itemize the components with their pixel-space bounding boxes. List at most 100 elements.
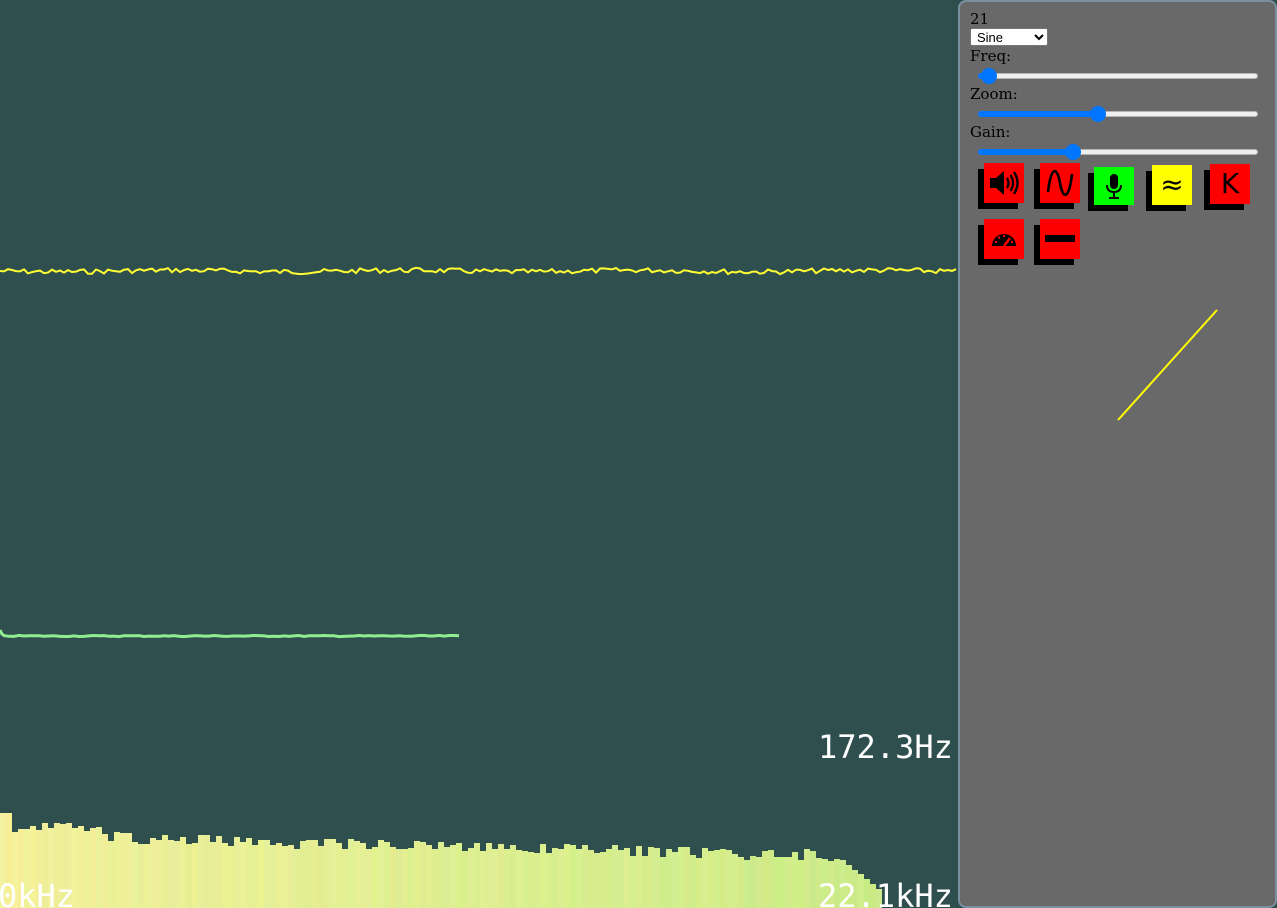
control-panel: 21 Sine Freq: Zoom: Gain: ≈ K	[958, 0, 1277, 908]
spectrum-bar	[510, 845, 516, 908]
approx-button[interactable]: ≈	[1152, 165, 1192, 205]
freq-slider-thumb[interactable]	[981, 68, 998, 84]
spectrum-bar	[804, 849, 810, 908]
spectrum-bar	[528, 852, 534, 908]
microphone-button[interactable]	[1094, 167, 1134, 205]
spectrum-bar	[264, 840, 270, 908]
spectrum-bar	[636, 846, 642, 908]
spectrum-bar	[462, 851, 468, 908]
spectrum-bar	[114, 832, 120, 908]
freq-slider-track[interactable]	[978, 73, 1258, 79]
spectrum-bar	[180, 837, 186, 908]
spectrum-bar	[576, 849, 582, 908]
spectrum-bars	[0, 813, 882, 908]
sine-wave-button[interactable]	[1040, 163, 1080, 203]
spectrum-bar	[606, 849, 612, 908]
spectrum-bar	[276, 843, 282, 908]
spectrum-bar	[720, 849, 726, 908]
spectrum-bar	[642, 856, 648, 908]
spectrum-bar	[252, 845, 258, 908]
spectrum-bar	[132, 842, 138, 908]
lissajous-plot	[1117, 309, 1218, 421]
gain-slider-thumb[interactable]	[1065, 144, 1082, 160]
spectrum-bar	[414, 841, 420, 908]
spectrum-bar	[798, 860, 804, 908]
speaker-toggle-button[interactable]	[984, 163, 1024, 203]
counter-value: 21	[970, 10, 990, 28]
spectrum-bar	[222, 843, 228, 908]
spectrum-bar	[234, 837, 240, 908]
letter-k-icon: K	[1220, 167, 1240, 200]
spectrum-bar	[300, 841, 306, 908]
spectrum-bar	[480, 851, 486, 908]
fft-line-trace	[0, 629, 460, 639]
spectrum-bar	[426, 845, 432, 908]
freq-slider[interactable]	[978, 68, 1258, 84]
zoom-slider[interactable]	[978, 106, 1258, 122]
spectrum-bar	[312, 840, 318, 908]
spectrum-bar	[522, 851, 528, 908]
spectrum-bar	[618, 850, 624, 908]
spectrum-bar	[192, 843, 198, 908]
spectrum-bar	[672, 852, 678, 908]
spectrum-bar	[402, 849, 408, 908]
scope-canvas	[0, 266, 957, 908]
spectrum-bar	[210, 842, 216, 908]
spectrum-bar	[342, 849, 348, 908]
spectrum-bar	[444, 847, 450, 908]
microphone-icon	[1106, 174, 1122, 199]
spectrum-bar	[96, 827, 102, 908]
spectrum-bar	[744, 860, 750, 908]
spectrum-bar	[228, 846, 234, 908]
minus-button[interactable]	[1040, 219, 1080, 259]
spectrum-bar	[174, 841, 180, 908]
waveform-trace	[0, 266, 957, 276]
spectrum-bar	[600, 852, 606, 908]
spectrum-bar	[438, 842, 444, 908]
spectrum-bar	[258, 840, 264, 908]
spectrum-bar	[360, 843, 366, 908]
speaker-volume-icon	[990, 171, 1019, 195]
waveform-select[interactable]: Sine	[970, 28, 1048, 46]
spectrum-bar	[534, 853, 540, 908]
spectrum-bar	[126, 833, 132, 908]
spectrum-bar	[324, 839, 330, 908]
spectrum-bar	[810, 851, 816, 908]
spectrum-bar	[144, 844, 150, 908]
spectrum-bar	[708, 851, 714, 908]
speedometer-button[interactable]	[984, 219, 1024, 259]
spectrum-bar	[216, 836, 222, 908]
spectrum-bar	[594, 853, 600, 908]
spectrum-min-label: 0kHz	[0, 877, 76, 908]
spectrum-bar	[288, 845, 294, 908]
spectrum-bar	[630, 856, 636, 908]
spectrum-bar	[582, 845, 588, 908]
spectrum-bar	[732, 854, 738, 908]
zoom-slider-fill	[978, 111, 1099, 117]
k-button[interactable]: K	[1210, 164, 1250, 204]
zoom-slider-thumb[interactable]	[1090, 106, 1107, 122]
spectrum-bar	[270, 845, 276, 908]
spectrum-bar	[378, 840, 384, 908]
spectrum-bar	[762, 851, 768, 908]
approx-icon: ≈	[1160, 168, 1184, 201]
spectrum-bar	[420, 842, 426, 908]
spectrum-bar	[690, 855, 696, 908]
spectrum-bar	[492, 849, 498, 908]
spectrum-bar	[468, 848, 474, 908]
minus-icon	[1045, 235, 1075, 242]
spectrum-bar	[186, 844, 192, 908]
spectrum-bar	[354, 841, 360, 908]
gain-slider[interactable]	[978, 144, 1258, 160]
spectrum-bar	[738, 857, 744, 908]
spectrum-bar	[150, 838, 156, 908]
spectrum-bar	[348, 839, 354, 908]
spectrum-bar	[714, 850, 720, 908]
spectrum-bar	[612, 845, 618, 908]
oscilloscope-display: 172.3Hz 0kHz 22.1kHz	[0, 0, 958, 908]
spectrum-bar	[156, 840, 162, 908]
spectrum-bar	[198, 835, 204, 908]
spectrum-max-label: 22.1kHz	[818, 877, 953, 908]
spectrum-bar	[138, 844, 144, 908]
spectrum-bar	[84, 831, 90, 908]
